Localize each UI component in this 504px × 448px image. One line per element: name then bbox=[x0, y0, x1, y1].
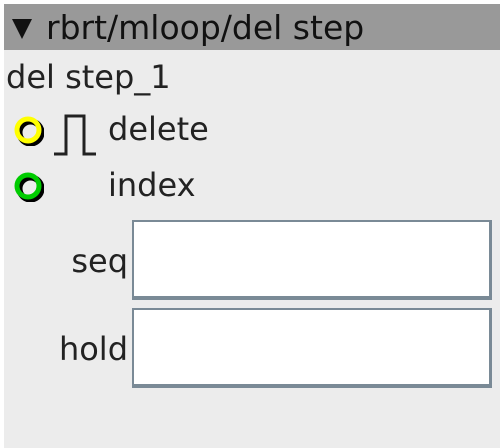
node-panel: rbrt/mloop/del step del step_1 delete in… bbox=[4, 4, 500, 448]
pulse-icon bbox=[54, 114, 96, 156]
yellow-port-ring-icon[interactable] bbox=[14, 116, 44, 146]
green-port-ring-icon[interactable] bbox=[14, 172, 44, 202]
port-row-index: index bbox=[4, 166, 500, 212]
seq-label: seq bbox=[71, 242, 128, 280]
node-title: rbrt/mloop/del step bbox=[46, 7, 365, 47]
hold-label: hold bbox=[58, 330, 128, 368]
port-label-delete: delete bbox=[108, 110, 209, 148]
object-name: del step_1 bbox=[6, 58, 171, 96]
field-row-seq: seq bbox=[4, 220, 500, 304]
port-label-index: index bbox=[108, 166, 196, 204]
field-row-hold: hold bbox=[4, 308, 500, 392]
port-row-delete: delete bbox=[4, 110, 500, 156]
collapse-triangle-icon[interactable] bbox=[12, 19, 32, 39]
seq-input[interactable] bbox=[132, 220, 492, 300]
hold-input[interactable] bbox=[132, 308, 492, 388]
node-titlebar[interactable]: rbrt/mloop/del step bbox=[4, 4, 500, 50]
